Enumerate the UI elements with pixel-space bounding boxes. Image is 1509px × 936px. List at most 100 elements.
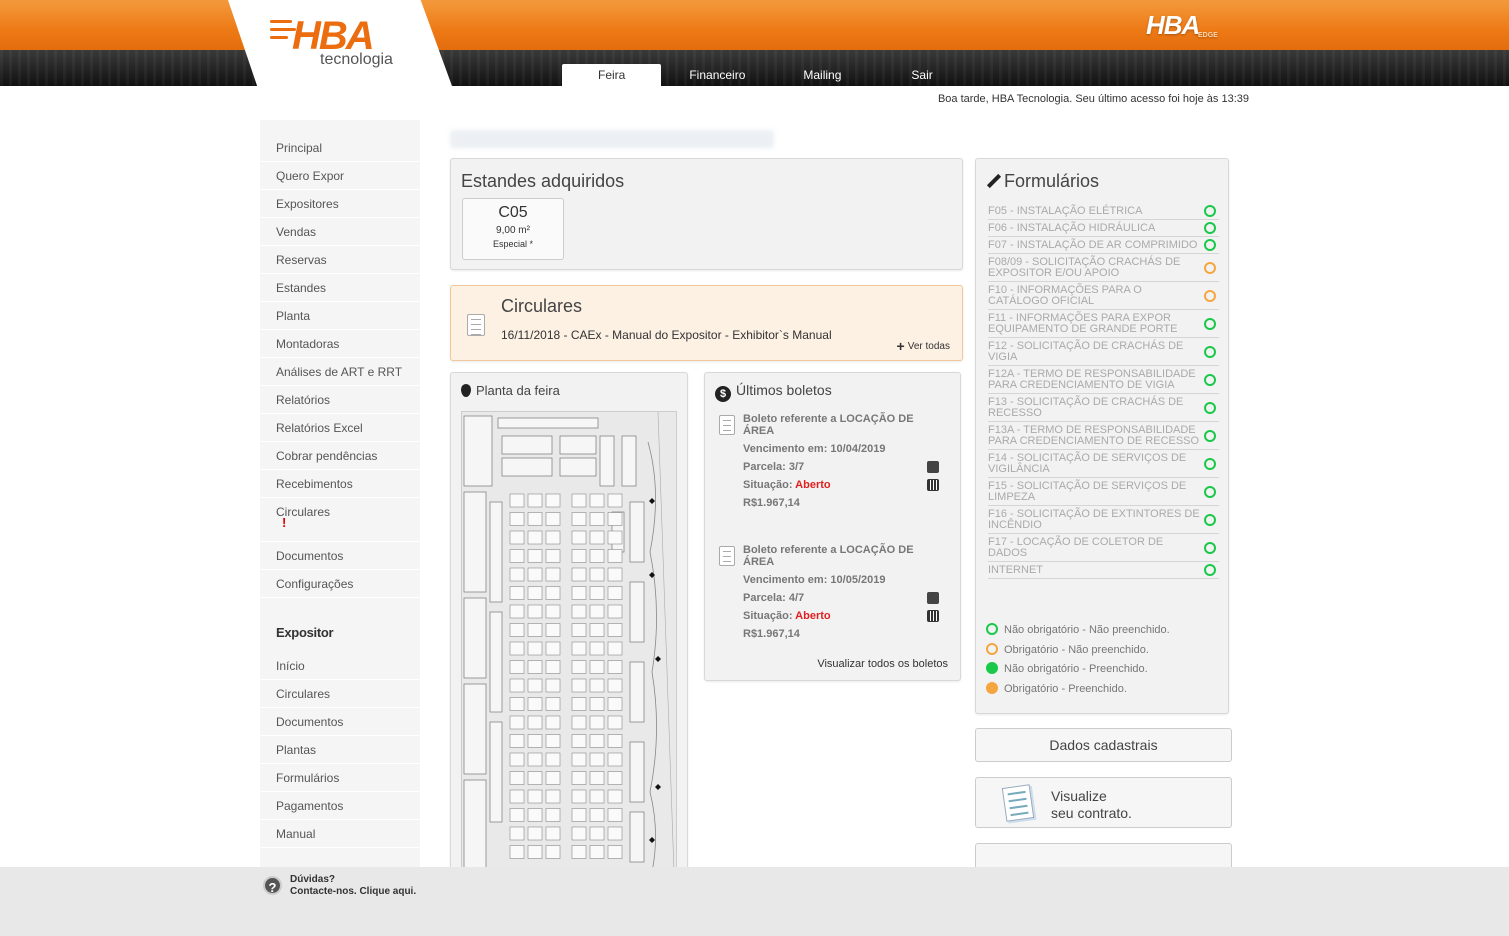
floor-plan-stand bbox=[527, 734, 543, 748]
floor-plan-stand bbox=[509, 789, 525, 804]
form-item[interactable]: F06 - INSTALAÇÃO HIDRÁULICA bbox=[988, 220, 1219, 237]
form-item[interactable]: INTERNET bbox=[988, 562, 1219, 579]
sidebar-item-reservas[interactable]: Reservas bbox=[260, 246, 420, 274]
help-line1: Dúvidas? bbox=[290, 874, 336, 885]
sidebar-item-cobrar-pendencias[interactable]: Cobrar pendências bbox=[260, 442, 420, 470]
sidebar-item-expositor-circulares[interactable]: Circulares bbox=[260, 680, 420, 708]
sidebar-item-expositores[interactable]: Expositores bbox=[260, 190, 420, 218]
status-circle-icon bbox=[986, 623, 998, 635]
floor-plan-stand bbox=[571, 771, 587, 785]
sidebar-item-quero-expor[interactable]: Quero Expor bbox=[260, 162, 420, 190]
floor-plan-stand bbox=[509, 623, 525, 637]
form-item[interactable]: F15 - SOLICITAÇÃO DE SERVIÇOS DE LIMPEZA bbox=[988, 478, 1219, 506]
floor-plan-stand bbox=[527, 493, 543, 508]
form-item-label: F07 - INSTALAÇÃO DE AR COMPRIMIDO bbox=[988, 239, 1198, 251]
sidebar-item-montadoras[interactable]: Montadoras bbox=[260, 330, 420, 358]
floor-plan-stand bbox=[527, 826, 543, 841]
floor-plan-stand bbox=[527, 715, 543, 730]
barcode-icon[interactable] bbox=[927, 610, 939, 622]
form-item-label: F13A - TERMO DE RESPONSABILIDADE PARA CR… bbox=[988, 424, 1200, 447]
barcode-icon[interactable] bbox=[927, 479, 939, 491]
visualize-contract-button[interactable]: Visualize seu contrato. bbox=[975, 777, 1232, 828]
dados-cadastrais-button[interactable]: Dados cadastrais bbox=[975, 728, 1232, 762]
floor-plan-stand bbox=[509, 660, 525, 674]
circular-link[interactable]: 16/11/2018 - CAEx - Manual do Expositor … bbox=[501, 328, 832, 342]
help-contact-link[interactable]: Dúvidas? Contacte-nos. Clique aqui. bbox=[290, 874, 416, 898]
form-item[interactable]: F10 - INFORMAÇÕES PARA O CATÁLOGO OFICIA… bbox=[988, 282, 1219, 310]
form-item[interactable]: F12A - TERMO DE RESPONSABILIDADE PARA CR… bbox=[988, 366, 1219, 394]
help-icon[interactable]: ? bbox=[263, 876, 282, 895]
floor-plan-stand bbox=[509, 845, 525, 859]
floor-plan-stand bbox=[589, 567, 605, 582]
hba-edge-logo: HBA EDGE bbox=[1146, 10, 1218, 41]
tab-feira[interactable]: Feira bbox=[562, 64, 662, 86]
sidebar-item-inicio[interactable]: Início bbox=[260, 652, 420, 680]
sidebar-item-configuracoes[interactable]: Configurações bbox=[260, 570, 420, 598]
form-item[interactable]: F13A - TERMO DE RESPONSABILIDADE PARA CR… bbox=[988, 422, 1219, 450]
hba-logo[interactable]: HBA tecnologia bbox=[270, 14, 420, 74]
floor-plan-stand bbox=[607, 530, 623, 545]
floor-plan-stand bbox=[607, 586, 623, 600]
floor-plan-stand bbox=[545, 493, 561, 508]
sidebar-item-recebimentos[interactable]: Recebimentos bbox=[260, 470, 420, 498]
dollar-icon: $ bbox=[715, 386, 731, 402]
floor-plan-stand bbox=[607, 789, 623, 804]
floor-plan-stand bbox=[545, 715, 561, 730]
legend-label: Não obrigatório - Não preenchido. bbox=[1004, 624, 1170, 636]
floor-plan-stand bbox=[545, 530, 561, 545]
floor-plan-stand bbox=[607, 697, 623, 711]
sidebar-item-analises-art-rrt[interactable]: Análises de ART e RRT bbox=[260, 358, 420, 386]
sidebar-item-relatorios[interactable]: Relatórios bbox=[260, 386, 420, 414]
status-circle-icon bbox=[1204, 317, 1216, 330]
floor-plan-map[interactable] bbox=[461, 411, 677, 871]
form-item[interactable]: F13 - SOLICITAÇÃO DE CRACHÁS DE RECESSO bbox=[988, 394, 1219, 422]
floor-plan-stand bbox=[571, 697, 587, 711]
form-item-label: F06 - INSTALAÇÃO HIDRÁULICA bbox=[988, 222, 1156, 234]
printer-icon[interactable] bbox=[927, 592, 939, 604]
floor-plan-stand bbox=[571, 530, 587, 545]
floor-plan-stand bbox=[607, 715, 623, 730]
boleto-item: Boleto referente a LOCAÇÃO DE ÁREA Venci… bbox=[717, 544, 953, 644]
floor-plan-stand bbox=[607, 734, 623, 748]
printer-icon[interactable] bbox=[927, 461, 939, 473]
form-item[interactable]: F12 - SOLICITAÇÃO DE CRACHÁS DE VIGIA bbox=[988, 338, 1219, 366]
sidebar-item-vendas[interactable]: Vendas bbox=[260, 218, 420, 246]
form-item[interactable]: F14 - SOLICITAÇÃO DE SERVIÇOS DE VIGILÂN… bbox=[988, 450, 1219, 478]
form-item-label: F08/09 - SOLICITAÇÃO CRACHÁS DE EXPOSITO… bbox=[988, 256, 1181, 279]
sidebar-item-pagamentos[interactable]: Pagamentos bbox=[260, 792, 420, 820]
floor-plan-stand bbox=[527, 641, 543, 656]
ver-todas-link[interactable]: + Ver todas bbox=[897, 338, 950, 354]
form-item[interactable]: F07 - INSTALAÇÃO DE AR COMPRIMIDO bbox=[988, 237, 1219, 254]
stand-card[interactable]: C05 9,00 m² Especial * bbox=[462, 198, 564, 260]
sidebar-item-circulares[interactable]: Circulares ! bbox=[260, 498, 420, 542]
sidebar-item-expositor-documentos[interactable]: Documentos bbox=[260, 708, 420, 736]
tab-mailing[interactable]: Mailing bbox=[773, 64, 883, 86]
form-item-label: F10 - INFORMAÇÕES PARA O CATÁLOGO OFICIA… bbox=[988, 284, 1142, 307]
form-item-label: F12A - TERMO DE RESPONSABILIDADE PARA CR… bbox=[988, 368, 1196, 391]
sidebar-item-relatorios-excel[interactable]: Relatórios Excel bbox=[260, 414, 420, 442]
form-item[interactable]: F17 - LOCAÇÃO DE COLETOR DE DADOS bbox=[988, 534, 1219, 562]
sidebar-item-plantas[interactable]: Plantas bbox=[260, 736, 420, 764]
form-item[interactable]: F11 - INFORMAÇÕES PARA EXPOR EQUIPAMENTO… bbox=[988, 310, 1219, 338]
floor-plan-stand bbox=[607, 493, 623, 508]
boletos-title-label: Últimos boletos bbox=[736, 382, 832, 398]
sidebar-item-manual[interactable]: Manual bbox=[260, 820, 420, 848]
form-item[interactable]: F05 - INSTALAÇÃO ELÉTRICA bbox=[988, 203, 1219, 220]
form-item[interactable]: F08/09 - SOLICITAÇÃO CRACHÁS DE EXPOSITO… bbox=[988, 254, 1219, 282]
status-legend: Não obrigatório - Não preenchido. Obriga… bbox=[986, 621, 1222, 699]
tab-sair[interactable]: Sair bbox=[883, 64, 960, 86]
status-circle-icon bbox=[986, 681, 998, 694]
floor-plan-stand bbox=[589, 697, 605, 711]
form-item[interactable]: F16 - SOLICITAÇÃO DE EXTINTORES DE INCÊN… bbox=[988, 506, 1219, 534]
sidebar-item-planta[interactable]: Planta bbox=[260, 302, 420, 330]
edge-logo-subtext: EDGE bbox=[1198, 32, 1218, 39]
sidebar-item-formularios[interactable]: Formulários bbox=[260, 764, 420, 792]
boletos-panel: $ Últimos boletos Boleto referente a LOCA… bbox=[704, 372, 961, 681]
view-all-boletos-link[interactable]: Visualizar todos os boletos bbox=[817, 658, 948, 670]
sidebar-item-documentos[interactable]: Documentos bbox=[260, 542, 420, 570]
floor-plan-stand bbox=[509, 752, 525, 767]
sidebar-item-estandes[interactable]: Estandes bbox=[260, 274, 420, 302]
tab-financeiro[interactable]: Financeiro bbox=[661, 64, 773, 86]
sidebar-item-principal[interactable]: Principal bbox=[260, 134, 420, 162]
boleto-parcel: Parcela: 3/7 bbox=[743, 461, 805, 473]
